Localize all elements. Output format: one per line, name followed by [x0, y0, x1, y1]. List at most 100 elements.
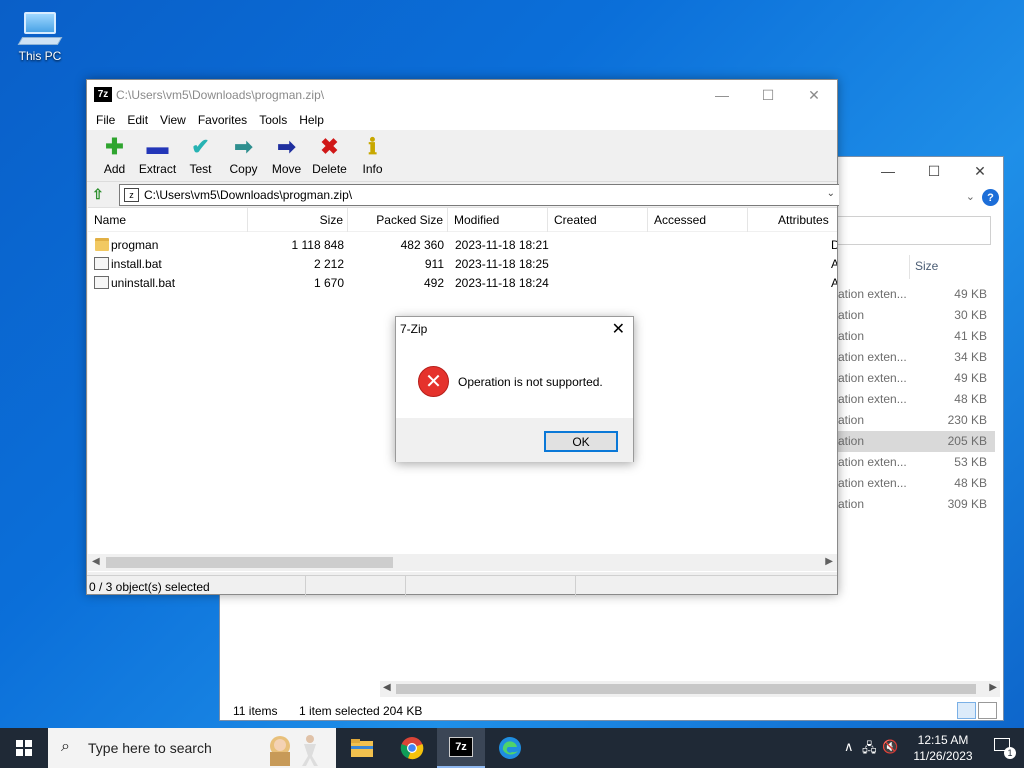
taskbar-search[interactable]: ⌕ Type here to search: [48, 728, 336, 768]
close-icon[interactable]: ✕: [791, 80, 837, 110]
scroll-right-icon[interactable]: ▶: [989, 682, 997, 693]
address-bar: ⇧ z C:\Users\vm5\Downloads\progman.zip\ …: [87, 182, 839, 206]
info-button[interactable]: ℹ Info: [351, 130, 394, 181]
batch-file-icon: [94, 276, 109, 289]
maximize-icon[interactable]: ☐: [745, 80, 791, 110]
explorer-horizontal-scrollbar[interactable]: ◀ ▶: [380, 681, 1000, 697]
list-item[interactable]: ation 230 KB: [835, 410, 995, 431]
ok-button[interactable]: OK: [544, 431, 618, 452]
column-header-packed-size[interactable]: Packed Size: [348, 208, 448, 232]
menu-item-favorites[interactable]: Favorites: [192, 110, 253, 130]
list-item[interactable]: ation exten... 34 KB: [835, 347, 995, 368]
toolbar-label: Add: [103, 162, 126, 176]
chevron-up-icon[interactable]: ∧: [844, 739, 854, 755]
details-view-icon[interactable]: [957, 702, 976, 719]
file-type: ation: [838, 308, 865, 322]
check-icon: ✔: [191, 134, 210, 159]
minimize-icon[interactable]: —: [699, 80, 745, 110]
file-type: ation: [838, 329, 865, 343]
explorer-column-header: Size: [835, 255, 995, 279]
column-header-accessed[interactable]: Accessed: [648, 208, 748, 232]
table-row[interactable]: uninstall.bat 1 670 492 2023-11-18 18:24 A: [88, 274, 837, 293]
list-item[interactable]: ation exten... 49 KB: [835, 368, 995, 389]
extract-button[interactable]: ▬ Extract: [136, 130, 179, 181]
file-type: ation exten...: [838, 350, 907, 364]
dialog-title: 7-Zip: [400, 322, 428, 336]
horizontal-scrollbar[interactable]: ◀ ▶: [88, 554, 837, 571]
column-header-size[interactable]: Size: [248, 208, 348, 232]
cell-attr: A: [831, 257, 837, 271]
status-bar: 0 / 3 object(s) selected: [87, 575, 837, 597]
desktop-icon-label: This PC: [18, 49, 62, 63]
start-button[interactable]: [0, 728, 48, 768]
file-explorer-taskbar-button[interactable]: [338, 728, 386, 768]
file-type: ation exten...: [838, 476, 907, 490]
file-size: 48 KB: [954, 392, 987, 406]
file-size: 49 KB: [954, 371, 987, 385]
search-highlight-illustration-icon: [270, 735, 318, 766]
move-arrow-icon: ➡: [277, 134, 296, 159]
item-count: 11 items: [233, 704, 278, 718]
list-item[interactable]: ation 30 KB: [835, 305, 995, 326]
desktop-icon-this-pc[interactable]: This PC: [12, 8, 68, 63]
menu-item-help[interactable]: Help: [293, 110, 330, 130]
menu-item-file[interactable]: File: [90, 110, 121, 130]
chrome-taskbar-button[interactable]: [388, 728, 436, 768]
table-row[interactable]: progman 1 118 848 482 360 2023-11-18 18:21 D: [88, 236, 837, 255]
7zip-titlebar: 7z C:\Users\vm5\Downloads\progman.zip\ —…: [87, 80, 837, 110]
scroll-left-icon[interactable]: ◀: [92, 556, 100, 567]
scroll-thumb[interactable]: [396, 684, 976, 694]
chevron-down-icon[interactable]: ⌄: [966, 190, 975, 203]
cell-packed: 492: [423, 276, 444, 290]
help-icon[interactable]: ?: [982, 189, 999, 206]
explorer-search-input[interactable]: [835, 216, 991, 245]
copy-button[interactable]: ➡ Copy: [222, 130, 265, 181]
list-item[interactable]: ation 309 KB: [835, 494, 995, 515]
folder-up-icon[interactable]: ⇧: [92, 186, 108, 202]
scroll-thumb[interactable]: [106, 557, 393, 568]
file-size: 49 KB: [954, 287, 987, 301]
column-header-name[interactable]: Name: [88, 208, 248, 232]
7zip-taskbar-button[interactable]: 7z: [437, 728, 485, 768]
move-button[interactable]: ➡ Move: [265, 130, 308, 181]
clock[interactable]: 12:15 AM 11/26/2023: [908, 732, 978, 764]
list-item[interactable]: ation exten... 49 KB: [835, 284, 995, 305]
list-item[interactable]: ation 205 KB: [835, 431, 995, 452]
menu-item-view[interactable]: View: [154, 110, 192, 130]
large-icons-view-icon[interactable]: [978, 702, 997, 719]
menu-item-edit[interactable]: Edit: [121, 110, 154, 130]
explorer-file-list: ation exten... 49 KB ation 30 KB ation 41 KB a…: [835, 284, 995, 515]
table-row[interactable]: install.bat 2 212 911 2023-11-18 18:25 A: [88, 255, 837, 274]
window-title: C:\Users\vm5\Downloads\progman.zip\: [116, 88, 325, 102]
delete-button[interactable]: ✖ Delete: [308, 130, 351, 181]
scroll-right-icon[interactable]: ▶: [825, 556, 833, 567]
size-column-header[interactable]: Size: [915, 259, 938, 273]
column-header-attributes[interactable]: Attributes: [748, 208, 837, 232]
edge-icon: [499, 737, 521, 759]
list-item[interactable]: ation exten... 48 KB: [835, 389, 995, 410]
volume-muted-icon[interactable]: 🔇: [882, 739, 898, 755]
list-item[interactable]: ation exten... 53 KB: [835, 452, 995, 473]
add-button[interactable]: ✚ Add: [93, 130, 136, 181]
menu-item-tools[interactable]: Tools: [253, 110, 293, 130]
test-button[interactable]: ✔ Test: [179, 130, 222, 181]
minimize-icon[interactable]: —: [865, 157, 911, 185]
toolbar-label: Test: [189, 162, 212, 176]
notification-center-icon[interactable]: 1: [994, 738, 1016, 759]
edge-taskbar-button[interactable]: [486, 728, 534, 768]
file-size: 34 KB: [954, 350, 987, 364]
chevron-down-icon[interactable]: ⌄: [827, 188, 835, 199]
error-icon: ✕: [418, 366, 449, 397]
close-icon[interactable]: ✕: [957, 157, 1003, 185]
close-icon[interactable]: ✕: [612, 319, 625, 339]
file-type: ation exten...: [838, 392, 907, 406]
maximize-icon[interactable]: ☐: [911, 157, 957, 185]
column-header-modified[interactable]: Modified: [448, 208, 548, 232]
column-header-created[interactable]: Created: [548, 208, 648, 232]
address-input[interactable]: z C:\Users\vm5\Downloads\progman.zip\ ⌄: [119, 184, 839, 206]
list-item[interactable]: ation exten... 48 KB: [835, 473, 995, 494]
network-icon[interactable]: 🖧: [862, 739, 877, 761]
list-item[interactable]: ation 41 KB: [835, 326, 995, 347]
file-size: 205 KB: [947, 434, 987, 448]
scroll-left-icon[interactable]: ◀: [383, 682, 391, 693]
